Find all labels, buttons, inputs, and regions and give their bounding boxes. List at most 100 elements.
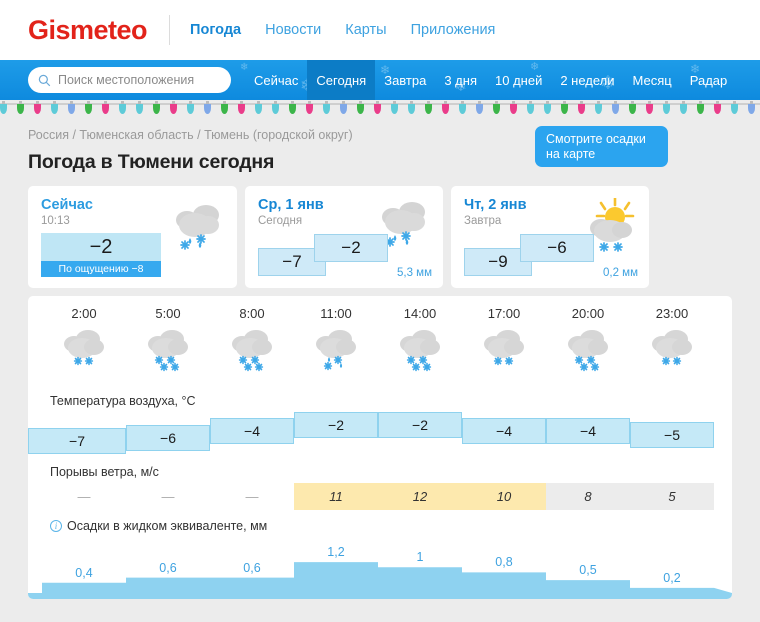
tab-2-weeks[interactable]: 2 недели <box>551 60 623 100</box>
page-head: Россия / Тюменская область / Тюмень (гор… <box>0 122 760 174</box>
garland-bulb <box>272 104 279 114</box>
precipitation-value-label: 0,5 <box>546 563 630 577</box>
temperature-section-label: Температура воздуха, °C <box>28 385 732 412</box>
tab-10-days[interactable]: 10 дней <box>486 60 551 100</box>
garland-bulb <box>510 104 517 114</box>
garland-bulb <box>629 104 636 114</box>
garland-bulb <box>731 104 738 114</box>
cloud-snow-heavy-icon <box>126 327 210 385</box>
garland-bulb <box>544 104 551 114</box>
garland-bulb <box>187 104 194 114</box>
search-icon <box>38 74 51 87</box>
precipitation-value-label: 0,6 <box>210 561 294 575</box>
hourly-condition-icons-row <box>28 327 732 385</box>
hourly-time-label: 2:00 <box>42 306 126 321</box>
precipitation-map-button[interactable]: Смотрите осадки на карте <box>535 126 668 167</box>
garland-bulb <box>442 104 449 114</box>
nav-item-apps[interactable]: Приложения <box>411 22 496 38</box>
wind-gust-cell: 8 <box>546 483 630 510</box>
main-navigation: Погода Новости Карты Приложения <box>190 22 495 38</box>
cloud-snow-heavy-icon <box>378 327 462 385</box>
temperature-bar: −4 <box>210 418 294 444</box>
garland-bulb <box>663 104 670 114</box>
card-now-temperature-block: −2 По ощущению −8 <box>41 233 161 277</box>
card-tomorrow[interactable]: Чт, 2 янв Завтра 0, <box>451 186 649 288</box>
garland-bulb <box>289 104 296 114</box>
tab-month[interactable]: Месяц <box>624 60 681 100</box>
gismeteo-logo[interactable]: Gismeteo <box>28 17 147 44</box>
search-input[interactable] <box>58 73 221 87</box>
garland-bulb <box>714 104 721 114</box>
garland-bulb <box>493 104 500 114</box>
garland-bulb <box>425 104 432 114</box>
hourly-time-label: 17:00 <box>462 306 546 321</box>
precipitation-value-label: 0,6 <box>126 561 210 575</box>
nav-item-maps[interactable]: Карты <box>345 22 386 38</box>
garland-bulb <box>102 104 109 114</box>
tab-3-days[interactable]: 3 дня <box>435 60 486 100</box>
garland-bulb <box>238 104 245 114</box>
temperature-bar: −6 <box>126 425 210 451</box>
hourly-time-label: 11:00 <box>294 306 378 321</box>
header-divider <box>169 15 170 45</box>
garland-bulb <box>204 104 211 114</box>
cloud-snow-light-icon <box>462 327 546 385</box>
wind-section-label: Порывы ветра, м/с <box>28 456 732 483</box>
wind-gust-cell: 11 <box>294 483 378 510</box>
cloud-sleet-icon <box>294 327 378 385</box>
info-icon[interactable]: i <box>50 520 62 532</box>
temperature-bar: −7 <box>28 428 126 454</box>
garland-bulb <box>17 104 24 114</box>
forecast-navbar: ❄ ❄ ❄ ❄ ❄ ❄ ❄ Сейчас Сегодня Завтра 3 дн… <box>0 60 760 100</box>
garland-bulb <box>408 104 415 114</box>
precipitation-section-label: i Осадки в жидком эквиваленте, мм <box>28 510 732 537</box>
garland-bulb <box>51 104 58 114</box>
garland-bulb <box>578 104 585 114</box>
tab-radar[interactable]: Радар <box>681 60 737 100</box>
garland-bulb <box>306 104 313 114</box>
temperature-bar: −4 <box>546 418 630 444</box>
tab-tomorrow[interactable]: Завтра <box>375 60 435 100</box>
temperature-bar: −2 <box>378 412 462 438</box>
card-now[interactable]: Сейчас 10:13 −2 По ощущению −8 <box>28 186 237 288</box>
garland-bulb <box>119 104 126 114</box>
cloud-snow-light-icon <box>630 327 714 385</box>
precipitation-value-label: 1,2 <box>294 545 378 559</box>
cloud-snow-heavy-icon <box>546 327 630 385</box>
card-today-precipitation: 5,3 мм <box>397 267 432 279</box>
location-search-box[interactable] <box>28 67 231 93</box>
garland-bulbs <box>0 104 760 114</box>
garland-bulb <box>595 104 602 114</box>
temperature-bar: −4 <box>462 418 546 444</box>
temperature-chart: −7−6−4−2−2−4−4−5 <box>28 412 732 456</box>
garland-bulb <box>170 104 177 114</box>
forecast-period-tabs: Сейчас Сегодня Завтра 3 дня 10 дней 2 не… <box>245 60 736 100</box>
hourly-time-label: 14:00 <box>378 306 462 321</box>
precipitation-chart: 0,40,60,61,210,80,50,2 <box>28 537 732 599</box>
garland-bulb <box>340 104 347 114</box>
tab-now[interactable]: Сейчас <box>245 60 307 100</box>
precipitation-value-label: 0,2 <box>630 571 714 585</box>
card-now-temperature: −2 <box>41 233 161 261</box>
nav-item-news[interactable]: Новости <box>265 22 321 38</box>
garland-bulb <box>85 104 92 114</box>
tab-today[interactable]: Сегодня <box>307 60 375 100</box>
card-today-temperatures: −7 −2 <box>258 232 388 276</box>
garland-bulb <box>476 104 483 114</box>
wind-gust-cell: — <box>210 483 294 510</box>
garland-bulb <box>323 104 330 114</box>
temperature-bar: −5 <box>630 422 714 448</box>
precipitation-value-label: 0,4 <box>42 566 126 580</box>
nav-item-weather[interactable]: Погода <box>190 22 241 38</box>
hourly-time-label: 23:00 <box>630 306 714 321</box>
garland-bulb <box>680 104 687 114</box>
precipitation-value-label: 1 <box>378 550 462 564</box>
garland-bulb <box>68 104 75 114</box>
wind-gust-cell: 10 <box>462 483 546 510</box>
summary-cards: Сейчас 10:13 −2 По ощущению −8 <box>0 174 760 288</box>
garland-bulb <box>646 104 653 114</box>
garland-bulb <box>0 104 7 114</box>
card-today[interactable]: Ср, 1 янв Сегодня 5,3 мм −7 −2 <box>245 186 443 288</box>
hourly-time-label: 20:00 <box>546 306 630 321</box>
garland-bulb <box>748 104 755 114</box>
